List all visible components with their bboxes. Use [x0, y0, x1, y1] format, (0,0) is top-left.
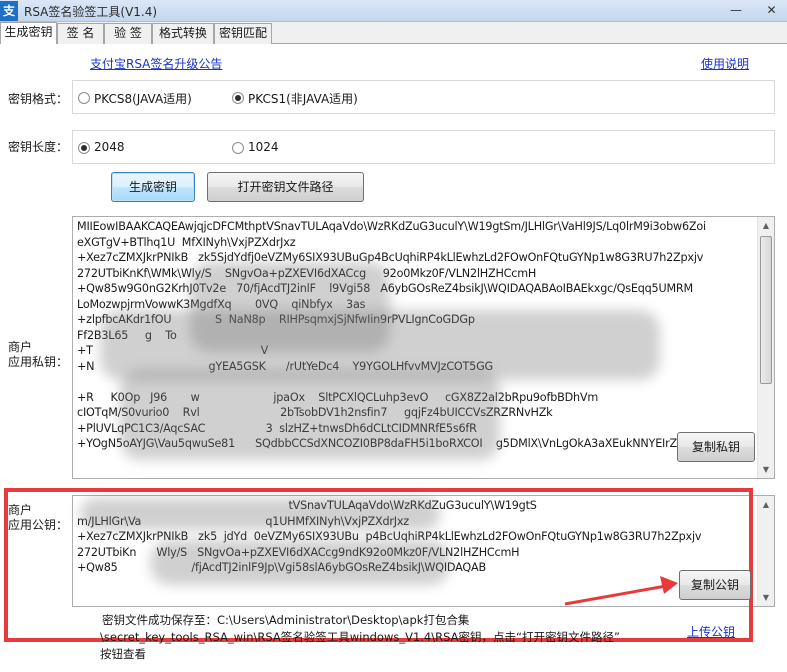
app-icon: 支	[0, 1, 18, 21]
public-key-scrollbar[interactable]: ▲ ▼	[757, 496, 774, 606]
scroll-down-icon[interactable]: ▼	[758, 461, 774, 478]
tab-generate-key[interactable]: 生成密钥	[0, 22, 57, 44]
copy-private-key-button[interactable]: 复制私钥	[677, 432, 755, 462]
length-2048-radio[interactable]	[78, 142, 90, 154]
tab-format-convert[interactable]: 格式转换	[152, 23, 214, 44]
announcement-link[interactable]: 支付宝RSA签名升级公告	[90, 55, 222, 72]
length-1024-radio[interactable]	[232, 142, 244, 154]
pkcs8-label[interactable]: PKCS8(JAVA适用)	[94, 90, 192, 107]
tab-bar: 生成密钥 签 名 验 签 格式转换 密钥匹配	[0, 22, 787, 44]
status-line-1: 密钥文件成功保存至：C:\Users\Administrator\Desktop…	[102, 613, 470, 627]
scroll-thumb[interactable]	[760, 236, 772, 384]
arrow-icon	[564, 576, 678, 606]
tab-key-match[interactable]: 密钥匹配	[214, 23, 272, 44]
copy-public-key-button[interactable]: 复制公钥	[679, 570, 751, 600]
key-format-label: 密钥格式：	[8, 92, 69, 106]
private-key-label-line2: 应用私钥：	[8, 355, 69, 369]
status-line-3: 按钮查看	[100, 647, 146, 661]
close-button[interactable]: ✕	[756, 1, 787, 20]
pkcs1-label[interactable]: PKCS1(非JAVA适用)	[248, 90, 358, 107]
help-link[interactable]: 使用说明	[701, 55, 749, 72]
key-length-label: 密钥长度：	[8, 140, 69, 154]
length-1024-label[interactable]: 1024	[248, 140, 279, 154]
minimize-button[interactable]: —	[722, 1, 750, 20]
length-2048-label[interactable]: 2048	[94, 140, 125, 154]
open-key-path-button[interactable]: 打开密钥文件路径	[207, 172, 364, 202]
key-length-group	[72, 130, 775, 164]
upload-public-key-link[interactable]: 上传公钥	[687, 623, 735, 640]
scroll-up-icon[interactable]: ▲	[758, 496, 774, 513]
tab-verify[interactable]: 验 签	[104, 23, 152, 44]
redaction-blur	[120, 370, 500, 460]
window-title: RSA签名验签工具(V1.4)	[24, 5, 158, 19]
scroll-down-icon[interactable]: ▼	[758, 589, 774, 606]
pkcs8-radio[interactable]	[78, 92, 90, 104]
generate-key-button[interactable]: 生成密钥	[111, 172, 195, 202]
tab-sign[interactable]: 签 名	[57, 23, 104, 44]
scroll-up-icon[interactable]: ▲	[758, 217, 774, 234]
title-bar: 支 RSA签名验签工具(V1.4) — ✕	[0, 0, 787, 22]
private-key-scrollbar[interactable]: ▲ ▼	[757, 217, 774, 478]
status-line-2: \secret_key_tools_RSA_win\RSA签名验签工具windo…	[100, 630, 620, 644]
pkcs1-radio[interactable]	[232, 92, 244, 104]
